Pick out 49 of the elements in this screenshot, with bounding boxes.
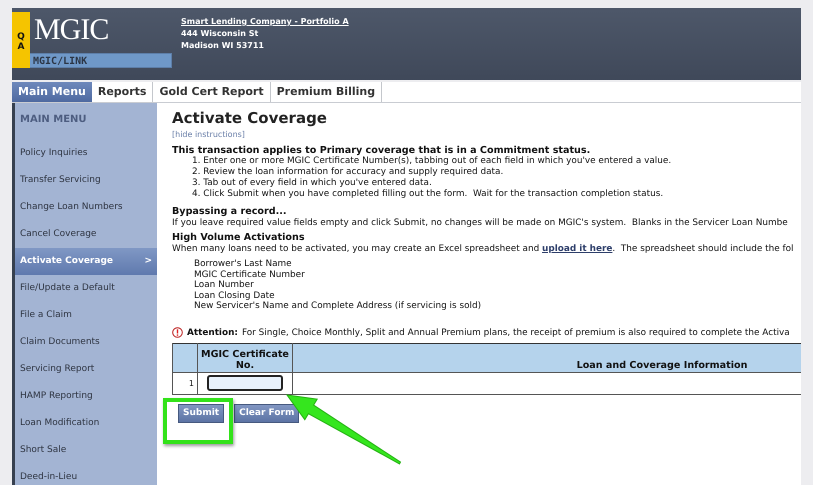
company-link[interactable]: Smart Lending Company - Portfolio A [181, 17, 349, 26]
address-line: Madison WI 53711 [181, 41, 265, 50]
sidebar-item[interactable]: Activate Coverage > [15, 248, 157, 275]
sidebar-item[interactable]: HAMP Reporting [15, 383, 157, 410]
paragraph: When many loans need to be activated, you may create an Excel spreadsheet and upload it here. The spreadsheet should include the fol [172, 243, 794, 256]
clear-form-button[interactable]: Clear Form [234, 404, 300, 422]
alert-icon [172, 327, 183, 338]
hide-instructions-link[interactable]: [hide instructions] [172, 130, 245, 139]
tab[interactable]: Main Menu [12, 82, 92, 102]
qa-badge: Q A [12, 12, 30, 68]
attention-text: For Single, Choice Monthly, Split and Annual Premium plans, the receipt of premium is also required to complete the Activa [242, 328, 790, 338]
sidebar-item[interactable]: Loan Modification [15, 410, 157, 437]
sidebar-item[interactable]: Policy Inquiries [15, 140, 157, 167]
sidebar-item[interactable]: Short Sale [15, 437, 157, 464]
instruction-step: 3. Tab out of every field in which you've entered data. [172, 178, 432, 189]
address-line: 444 Wisconsin St [181, 29, 260, 38]
section-heading: Bypassing a record... [172, 206, 287, 217]
logo-wordmark: MGIC [33, 12, 110, 48]
field-list-item: Loan Number [193, 280, 254, 290]
chevron-icon: > [144, 248, 152, 275]
sidebar-item[interactable]: Transfer Servicing [15, 167, 157, 194]
sidebar-item[interactable]: Change Loan Numbers [15, 194, 157, 221]
field-list-item: New Servicer's Name and Complete Address (if servicing is sold) [193, 301, 482, 312]
submit-button[interactable]: Submit [178, 404, 224, 422]
upload-link[interactable]: upload it here [542, 244, 612, 254]
instruction-step: 4. Click Submit when you have completed filling out the form. Wait for the transaction completion status. [172, 189, 664, 200]
sidebar-item[interactable]: File/Update a Default [15, 275, 157, 302]
row-number: 1 [172, 372, 198, 394]
instruction-step: 1. Enter one or more MGIC Certificate Number(s), tabbing out of each field in which you've entered a value. [172, 156, 672, 167]
section-heading: High Volume Activations [172, 232, 305, 243]
sidebar-heading: MAIN MENU [19, 113, 88, 127]
tab[interactable]: Premium Billing [270, 82, 382, 102]
field-list-item: MGIC Certificate Number [193, 270, 305, 280]
sidebar-item[interactable]: Claim Documents [15, 329, 157, 356]
page-title: Activate Coverage [172, 109, 327, 127]
sidebar-item[interactable]: File a Claim [15, 302, 157, 329]
product-name: MGIC/LINK [30, 53, 172, 68]
column-header: MGIC Certificate No. [198, 343, 292, 372]
field-list-item: Borrower's Last Name [193, 259, 292, 270]
paragraph: If you leave required value fields empty and click Submit, no changes will be made on MGIC's system. Blanks in the Servicer Loan Numbe [172, 217, 788, 230]
sidebar-item[interactable]: Deed-in-Lieu [15, 464, 157, 485]
instruction-step: 2. Review the loan information for accuracy and supply required data. [172, 167, 504, 178]
column-header: Loan and Coverage Information [292, 343, 801, 372]
attention-label: Attention: [187, 328, 238, 338]
sidebar-item[interactable]: Cancel Coverage [15, 221, 157, 248]
sidebar-item[interactable]: Servicing Report [15, 356, 157, 383]
field-list-item: Loan Closing Date [193, 290, 275, 301]
certificate-input[interactable] [207, 375, 283, 391]
section-heading: This transaction applies to Primary coverage that is in a Commitment status. [172, 145, 590, 156]
